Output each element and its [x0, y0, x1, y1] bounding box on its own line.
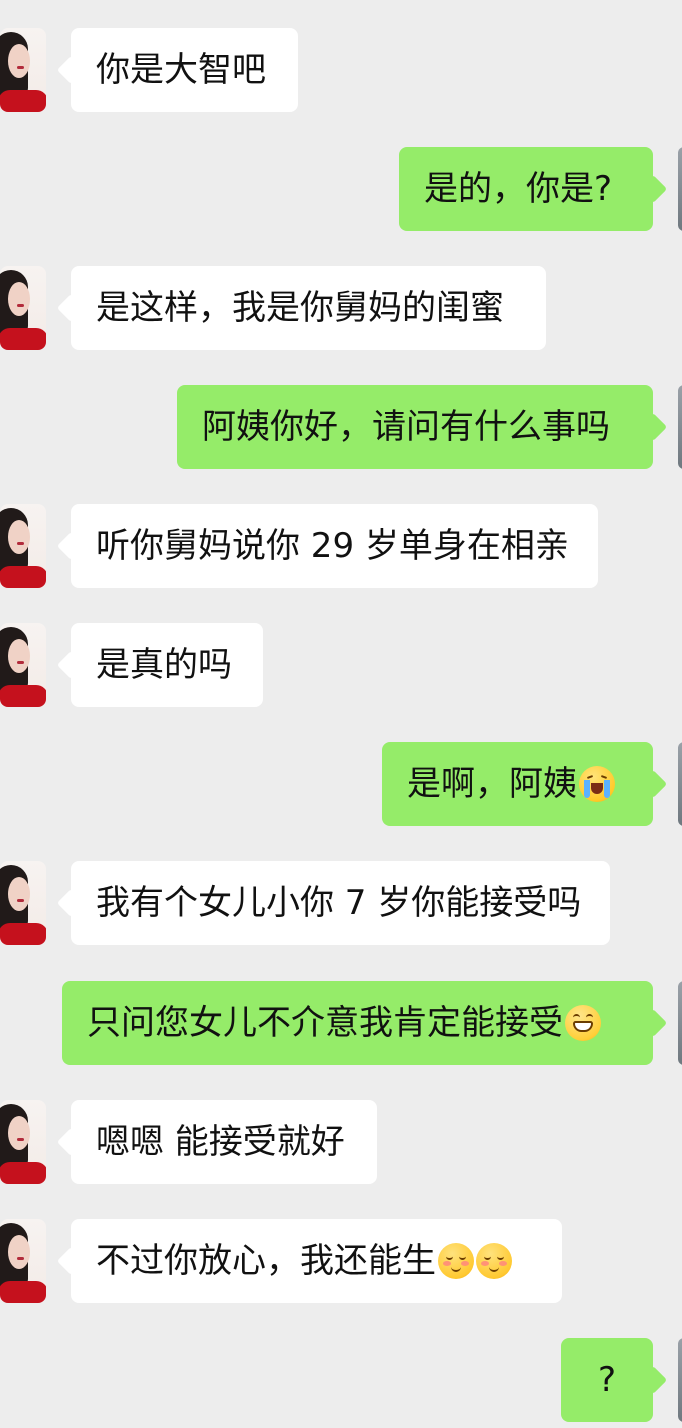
blushing-face-icon — [438, 1243, 474, 1279]
outgoing-message-bubble[interactable]: 是啊，阿姨 — [382, 742, 653, 826]
message-text: 是这样，我是你舅妈的闺蜜 — [96, 288, 504, 328]
my-avatar[interactable] — [678, 742, 682, 826]
message-text: 是的，你是? — [424, 169, 613, 209]
contact-avatar[interactable] — [0, 28, 46, 112]
contact-avatar[interactable] — [0, 504, 46, 588]
grinning-face-icon — [565, 1005, 601, 1041]
message-text: 只问您女儿不介意我肯定能接受 — [87, 1003, 563, 1043]
contact-avatar[interactable] — [0, 861, 46, 945]
incoming-message-bubble[interactable]: 我有个女儿小你 7 岁你能接受吗 — [71, 861, 610, 945]
outgoing-message-bubble[interactable]: 只问您女儿不介意我肯定能接受 — [62, 981, 653, 1065]
contact-avatar[interactable] — [0, 266, 46, 350]
blushing-face-icon — [476, 1243, 512, 1279]
my-avatar[interactable] — [678, 147, 682, 231]
outgoing-message-bubble[interactable]: 阿姨你好，请问有什么事吗 — [177, 385, 653, 469]
message-text: 听你舅妈说你 29 岁单身在相亲 — [96, 526, 569, 566]
incoming-message-bubble[interactable]: 听你舅妈说你 29 岁单身在相亲 — [71, 504, 598, 588]
chat-screen: 你是大智吧 是的，你是? 是这样，我是你舅妈的闺蜜 阿姨你好，请问有什么事吗 听… — [0, 0, 682, 1428]
incoming-message-bubble[interactable]: 你是大智吧 — [71, 28, 298, 112]
message-text: 不过你放心，我还能生 — [96, 1241, 436, 1281]
my-avatar[interactable] — [678, 981, 682, 1065]
my-avatar[interactable] — [678, 1338, 682, 1422]
message-text: 阿姨你好，请问有什么事吗 — [202, 407, 610, 447]
contact-avatar[interactable] — [0, 1219, 46, 1303]
incoming-message-bubble[interactable]: 嗯嗯 能接受就好 — [71, 1100, 377, 1184]
message-text: ? — [597, 1360, 617, 1400]
contact-avatar[interactable] — [0, 623, 46, 707]
outgoing-message-bubble[interactable]: ? — [561, 1338, 653, 1422]
incoming-message-bubble[interactable]: 是真的吗 — [71, 623, 263, 707]
crying-face-icon — [579, 766, 615, 802]
message-text: 我有个女儿小你 7 岁你能接受吗 — [96, 883, 582, 923]
message-text: 你是大智吧 — [96, 50, 266, 90]
incoming-message-bubble[interactable]: 是这样，我是你舅妈的闺蜜 — [71, 266, 546, 350]
outgoing-message-bubble[interactable]: 是的，你是? — [399, 147, 653, 231]
message-text: 是真的吗 — [96, 645, 232, 685]
message-text: 是啊，阿姨 — [407, 764, 577, 804]
my-avatar[interactable] — [678, 385, 682, 469]
contact-avatar[interactable] — [0, 1100, 46, 1184]
incoming-message-bubble[interactable]: 不过你放心，我还能生 — [71, 1219, 562, 1303]
message-text: 嗯嗯 能接受就好 — [96, 1122, 345, 1162]
